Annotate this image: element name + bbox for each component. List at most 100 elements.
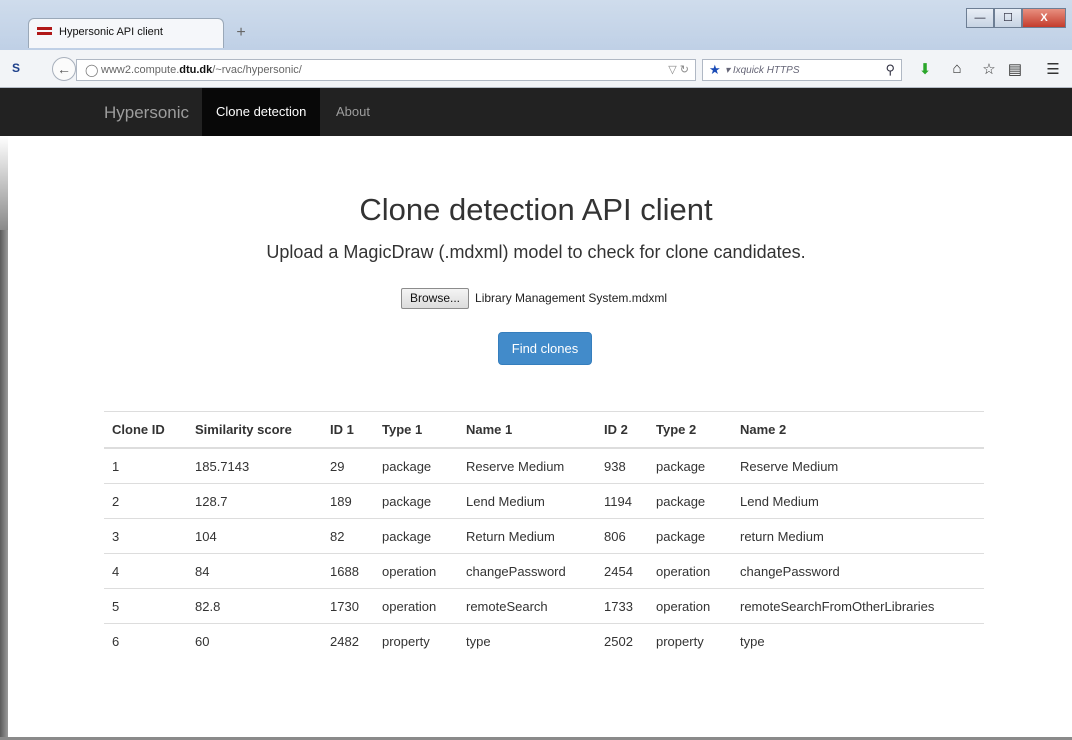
file-input: Browse... Library Management System.mdxm… <box>401 287 667 309</box>
table-cell: 60 <box>187 623 322 658</box>
s-addon-icon[interactable]: S <box>8 60 24 76</box>
table-cell: remoteSearch <box>458 588 596 624</box>
table-cell: property <box>374 623 458 658</box>
menu-icon[interactable]: ☰ <box>1044 60 1062 78</box>
table-cell: 2 <box>104 483 187 519</box>
back-button[interactable]: ← <box>52 57 76 81</box>
page-title: Clone detection API client <box>359 192 713 227</box>
url-text: www2.compute.dtu.dk/~rvac/hypersonic/ <box>101 64 302 76</box>
table-cell: changePassword <box>458 553 596 589</box>
table-cell: 3 <box>104 518 187 554</box>
table-row: 3 104 82 package Return Medium 806 package retu… <box>104 518 984 554</box>
table-cell: 29 <box>330 458 345 474</box>
table-row: 4 84 1688 operation changePassword 2454 operat… <box>104 553 984 589</box>
table-cell: 5 <box>104 588 187 624</box>
tab-strip: Hypersonic API client + — ☐ X <box>0 0 1072 50</box>
maximize-button[interactable]: ☐ <box>994 8 1022 28</box>
bookmark-star-icon[interactable]: ☆ <box>980 60 998 78</box>
browser-toolbar: S ← ◯ www2.compute.dtu.dk/~rvac/hyperson… <box>0 50 1072 88</box>
home-icon[interactable]: ⌂ <box>948 60 966 77</box>
clone-results-table: Clone ID Similarity score ID 1 Type 1 Na… <box>104 411 984 658</box>
table-cell: 128.7 <box>187 483 322 519</box>
table-cell: 1194 <box>596 483 648 519</box>
reading-list-icon[interactable]: ▤ <box>1006 60 1024 78</box>
table-cell: 4 <box>104 553 187 589</box>
table-cell: Lend Medium <box>458 483 596 519</box>
table-cell: 82 <box>322 518 374 554</box>
table-cell: package <box>374 518 458 554</box>
table-cell: 938 <box>604 458 626 474</box>
site-navbar: Hypersonic Clone detection About <box>0 88 1072 136</box>
minimize-button[interactable]: — <box>966 8 994 28</box>
table-cell: 1688 <box>322 553 374 589</box>
nav-clone-detection[interactable]: Clone detection <box>202 88 321 136</box>
table-row: 5 82.8 1730 operation remoteSearch 1733 operat… <box>104 588 984 624</box>
col-name2: Name 2 <box>732 411 984 449</box>
table-cell: operation <box>374 588 458 624</box>
table-cell: 84 <box>187 553 322 589</box>
table-cell: package <box>648 483 732 519</box>
table-cell: 189 <box>322 483 374 519</box>
window-left-shadow <box>0 230 8 740</box>
table-cell: 1 <box>112 458 120 474</box>
search-bar[interactable]: ★ ▾ Ixquick HTTPS ⚲ <box>702 59 902 81</box>
table-cell: 6 <box>104 623 187 658</box>
table-cell: 806 <box>596 518 648 554</box>
col-name1: Name 1 <box>458 411 596 449</box>
col-id1: ID 1 <box>322 411 374 449</box>
browser-tab[interactable]: Hypersonic API client <box>28 18 224 48</box>
table-cell: operation <box>648 553 732 589</box>
close-window-button[interactable]: X <box>1022 8 1066 28</box>
col-type2: Type 2 <box>648 411 732 449</box>
table-cell: operation <box>374 553 458 589</box>
table-cell: 185.7143 <box>195 458 250 474</box>
search-placeholder: ▾ Ixquick HTTPS <box>725 65 800 76</box>
table-cell: Reserve Medium <box>740 458 839 474</box>
table-cell: operation <box>648 588 732 624</box>
table-cell: type <box>732 623 984 658</box>
table-cell: package <box>656 458 706 474</box>
table-cell: 1730 <box>322 588 374 624</box>
table-cell: remoteSearchFromOtherLibraries <box>732 588 984 624</box>
table-cell: 104 <box>187 518 322 554</box>
table-row: 1 185.7143 29 package Reserve Medium 938 packa… <box>104 448 984 484</box>
table-cell: property <box>648 623 732 658</box>
table-cell: Reserve Medium <box>466 458 565 474</box>
table-cell: 1733 <box>596 588 648 624</box>
table-header-row: Clone ID Similarity score ID 1 Type 1 Na… <box>104 411 984 449</box>
search-engine-star-icon[interactable]: ★ <box>709 62 721 78</box>
col-similarity-score: Similarity score <box>187 411 322 449</box>
table-cell: 2502 <box>596 623 648 658</box>
globe-icon: ◯ <box>85 63 99 77</box>
table-cell: 2482 <box>322 623 374 658</box>
table-row: 6 60 2482 property type 2502 property type <box>104 623 984 658</box>
browse-button[interactable]: Browse... <box>401 287 470 309</box>
selected-file-name: Library Management System.mdxml <box>475 291 668 305</box>
brand-link[interactable]: Hypersonic <box>104 103 189 123</box>
table-cell: changePassword <box>732 553 984 589</box>
new-tab-button[interactable]: + <box>232 24 250 42</box>
table-body: 1 185.7143 29 package Reserve Medium 938 packa… <box>104 448 984 658</box>
table-cell: 2454 <box>596 553 648 589</box>
col-clone-id: Clone ID <box>104 411 187 449</box>
nav-about[interactable]: About <box>322 88 384 136</box>
page-subtitle: Upload a MagicDraw (.mdxml) model to che… <box>266 242 806 262</box>
tab-title: Hypersonic API client <box>59 26 163 38</box>
table-cell: type <box>458 623 596 658</box>
window-left-edge <box>0 136 8 230</box>
table-cell: return Medium <box>732 518 984 554</box>
table-cell: package <box>648 518 732 554</box>
table-cell: 82.8 <box>187 588 322 624</box>
table-cell: package <box>374 483 458 519</box>
table-cell: Lend Medium <box>732 483 984 519</box>
table-cell: Return Medium <box>458 518 596 554</box>
address-bar[interactable]: ◯ www2.compute.dtu.dk/~rvac/hypersonic/ … <box>76 59 696 81</box>
table-row: 2 128.7 189 package Lend Medium 1194 package Le… <box>104 483 984 519</box>
find-clones-button[interactable]: Find clones <box>498 332 592 365</box>
site-favicon-icon <box>37 27 52 39</box>
col-id2: ID 2 <box>596 411 648 449</box>
search-icon[interactable]: ⚲ <box>885 62 895 78</box>
download-icon[interactable]: ⬇ <box>916 60 934 78</box>
table-cell: package <box>382 458 432 474</box>
reload-icon[interactable]: ▽ ↻ <box>668 63 689 76</box>
